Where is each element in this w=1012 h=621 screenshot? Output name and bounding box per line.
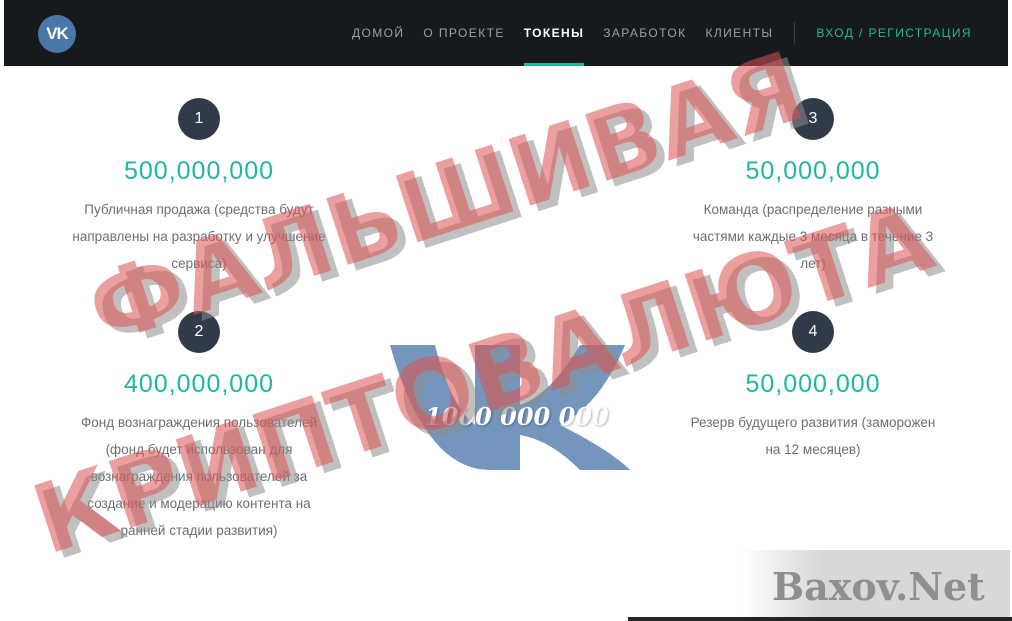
navbar: VK ДОМОЙ О ПРОЕКТЕ ТОКЕНЫ ЗАРАБОТОК КЛИЕ… — [4, 0, 1008, 66]
login-register-link[interactable]: ВХОД / РЕГИСТРАЦИЯ — [816, 0, 972, 66]
site-watermark: Baxov.Net — [740, 550, 1010, 620]
token-amount: 50,000,000 — [745, 370, 881, 398]
site-watermark-text: Baxov.Net — [772, 564, 985, 609]
nav-divider — [794, 22, 796, 44]
token-amount: 500,000,000 — [123, 157, 275, 185]
desc-line: на 12 месяцев) — [765, 442, 861, 457]
token-description: Резерв будущего развития (заморожен на 1… — [668, 409, 958, 463]
nav-home[interactable]: ДОМОЙ — [352, 0, 404, 66]
nav-tokens[interactable]: ТОКЕНЫ — [523, 0, 585, 66]
main-nav: ДОМОЙ О ПРОЕКТЕ ТОКЕНЫ ЗАРАБОТОК КЛИЕНТЫ… — [333, 0, 972, 66]
vk-logo[interactable]: VK — [38, 15, 76, 53]
nav-about[interactable]: О ПРОЕКТЕ — [423, 0, 504, 66]
step-badge: 1 — [178, 98, 220, 140]
bottom-bar — [628, 617, 1012, 621]
desc-line: Резерв будущего развития (заморожен — [690, 415, 936, 430]
nav-earnings[interactable]: ЗАРАБОТОК — [603, 0, 686, 66]
